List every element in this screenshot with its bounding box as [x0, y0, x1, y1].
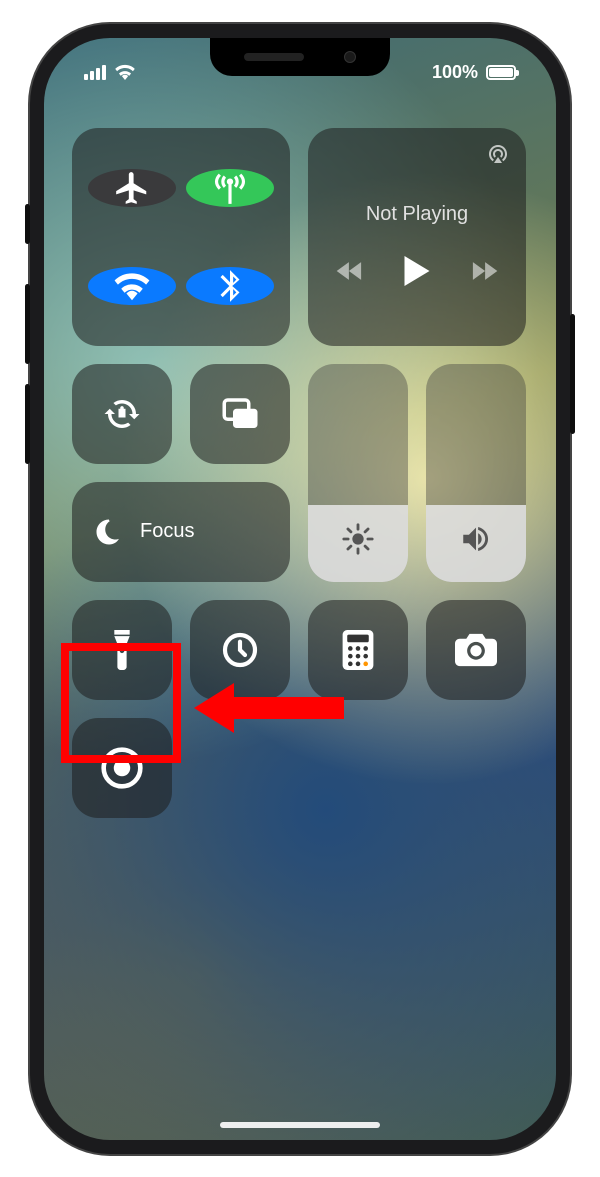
home-indicator[interactable] — [220, 1122, 380, 1128]
camera-icon — [455, 633, 497, 667]
screen: 100% — [44, 38, 556, 1140]
volume-down-hw — [25, 384, 30, 464]
wifi-status-icon — [114, 64, 136, 80]
cellular-signal-icon — [84, 65, 106, 80]
media-play-button[interactable] — [404, 256, 430, 291]
bluetooth-toggle[interactable] — [186, 267, 274, 305]
power-hw — [570, 314, 575, 434]
connectivity-group[interactable] — [72, 128, 290, 346]
focus-button[interactable]: Focus — [72, 482, 290, 582]
bluetooth-icon — [211, 267, 249, 305]
cellular-data-toggle[interactable] — [186, 169, 274, 207]
mute-switch — [25, 204, 30, 244]
camera-button[interactable] — [426, 600, 526, 700]
screen-mirroring-icon — [219, 393, 261, 435]
volume-up-hw — [25, 284, 30, 364]
wifi-icon — [113, 267, 151, 305]
media-back-button[interactable] — [336, 261, 364, 286]
airplay-icon[interactable] — [486, 142, 510, 166]
brightness-slider[interactable] — [308, 364, 408, 582]
moon-icon — [94, 517, 124, 547]
media-forward-button[interactable] — [470, 261, 498, 286]
notch — [210, 38, 390, 76]
annotation-arrow-icon — [194, 683, 344, 733]
cellular-antenna-icon — [211, 169, 249, 207]
airplane-mode-toggle[interactable] — [88, 169, 176, 207]
backward-icon — [336, 261, 364, 281]
battery-percent-label: 100% — [432, 62, 478, 83]
orientation-lock-icon — [101, 393, 143, 435]
screen-mirroring-button[interactable] — [190, 364, 290, 464]
volume-slider[interactable] — [426, 364, 526, 582]
wifi-toggle[interactable] — [88, 267, 176, 305]
orientation-lock-toggle[interactable] — [72, 364, 172, 464]
calculator-icon — [341, 630, 375, 670]
media-controls-group[interactable]: Not Playing — [308, 128, 526, 346]
focus-label: Focus — [140, 520, 194, 543]
brightness-icon — [341, 522, 375, 556]
phone-frame: 100% — [30, 24, 570, 1154]
timer-icon — [220, 630, 260, 670]
airplane-icon — [113, 169, 151, 207]
battery-icon — [486, 65, 516, 80]
annotation-highlight-box — [61, 643, 181, 763]
forward-icon — [470, 261, 498, 281]
media-title-label: Not Playing — [366, 203, 468, 226]
play-icon — [404, 256, 430, 286]
volume-icon — [459, 522, 493, 556]
